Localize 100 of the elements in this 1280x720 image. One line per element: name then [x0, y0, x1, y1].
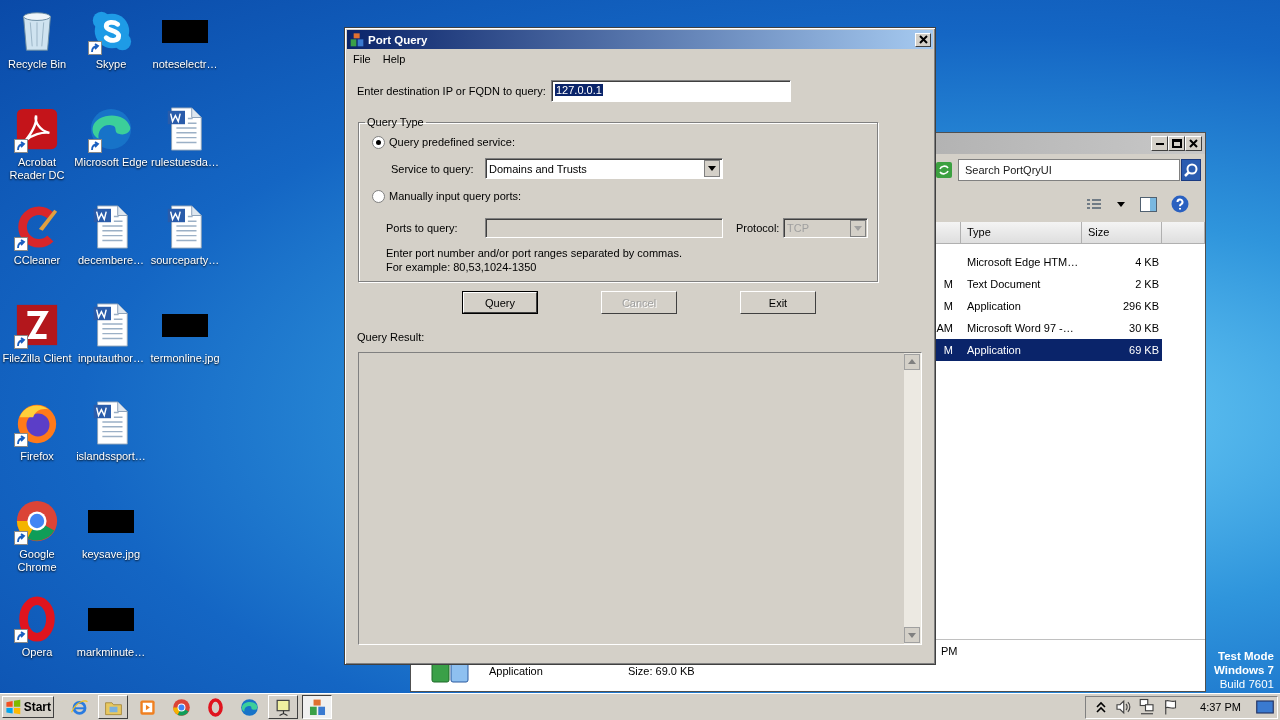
- desktop-icon-label[interactable]: sourceparty…: [148, 254, 222, 267]
- table-cell-text: M: [943, 300, 954, 312]
- file-type-text: Application: [489, 664, 544, 678]
- table-cell-text: AM: [936, 322, 954, 334]
- desktop-icon-label[interactable]: Acrobat Reader DC: [0, 156, 74, 182]
- hint-text: For example: 80,53,1024-1350: [386, 260, 538, 274]
- start-button[interactable]: Start: [2, 696, 54, 718]
- table-cell-text: M: [943, 344, 954, 356]
- close-icon: [916, 33, 930, 46]
- browser-icon: [239, 697, 259, 717]
- taskbar-button[interactable]: [302, 695, 332, 719]
- browser-icon: [69, 697, 89, 717]
- desktop-icon-label[interactable]: Google Chrome: [0, 548, 74, 574]
- field-label: Enter destination IP or FQDN to query:: [357, 85, 547, 97]
- radio-button[interactable]: [372, 135, 385, 149]
- desktop-icon-label[interactable]: Skype: [74, 58, 148, 71]
- search-button[interactable]: [1181, 159, 1201, 181]
- maximize-button[interactable]: [1168, 136, 1185, 151]
- menu-item[interactable]: Help: [382, 52, 406, 65]
- column-header[interactable]: Size: [1082, 222, 1162, 244]
- scroll-down-icon[interactable]: [904, 627, 920, 643]
- caret-icon[interactable]: [1116, 201, 1126, 207]
- table-cell-text: 30 KB: [1129, 322, 1160, 334]
- redacted-thumbnail[interactable]: [162, 313, 208, 337]
- result-label: Query Result:: [357, 331, 426, 345]
- scrollbar[interactable]: [904, 353, 921, 644]
- system-notice-text: Windows 7: [1214, 663, 1274, 677]
- desktop-icon-label[interactable]: islandssport…: [74, 450, 148, 463]
- ip-input-field[interactable]: 127.0.0.1: [551, 80, 791, 102]
- minimize-icon: [1155, 142, 1164, 145]
- radio-button[interactable]: [372, 189, 385, 203]
- windows-logo-icon: [5, 698, 22, 716]
- desktop-icon-label[interactable]: Opera: [0, 646, 74, 659]
- desktop-icon-label[interactable]: markminute…: [74, 646, 148, 659]
- search-icon: [1183, 162, 1199, 178]
- dropdown[interactable]: Domains and Trusts: [485, 158, 723, 179]
- preview-pane-icon[interactable]: [1140, 196, 1157, 212]
- desktop-icon-label[interactable]: inputauthor…: [74, 352, 148, 365]
- minimize-button[interactable]: [1151, 136, 1168, 151]
- view-list-icon[interactable]: [1086, 197, 1102, 211]
- radio-label[interactable]: Manually input query ports:: [389, 190, 522, 202]
- redacted-thumbnail[interactable]: [88, 607, 134, 631]
- table-cell-text: Microsoft Word 97 -…: [966, 322, 1075, 334]
- browser-icon[interactable]: [14, 498, 60, 544]
- desktop-icon-label[interactable]: noteselectr…: [148, 58, 222, 71]
- network-icon[interactable]: [1138, 698, 1157, 716]
- app-icon: [349, 31, 365, 48]
- hint-text: Enter port number and/or port ranges separated by commas.: [386, 246, 683, 260]
- desktop-icon-label[interactable]: Microsoft Edge: [74, 156, 148, 169]
- column-header[interactable]: Type: [961, 222, 1082, 244]
- field-value: 127.0.0.1: [555, 84, 603, 96]
- document-app-icon[interactable]: [14, 106, 60, 152]
- help-icon[interactable]: [1171, 195, 1189, 213]
- group-box-title: Query Type: [366, 116, 425, 128]
- table-cell-text: Application: [966, 344, 1022, 356]
- desktop-icon-label[interactable]: rulestuesda…: [148, 156, 222, 169]
- table-cell-text: 69 KB: [1129, 344, 1160, 356]
- desktop-icon-label[interactable]: FileZilla Client: [0, 352, 74, 365]
- desktop-icon-label[interactable]: Recycle Bin: [0, 58, 74, 71]
- table-cell-text: 4 KB: [1135, 256, 1160, 268]
- scroll-up-icon[interactable]: [904, 354, 920, 370]
- table-cell-text: 2 KB: [1135, 278, 1160, 290]
- radio-label[interactable]: Query predefined service:: [389, 136, 515, 148]
- table-cell-text: M: [943, 278, 954, 290]
- ring-icon: [205, 697, 225, 717]
- file-size-text: Size: 69.0 KB: [628, 664, 696, 678]
- desktop-icon-label[interactable]: Firefox: [0, 450, 74, 463]
- redacted-thumbnail[interactable]: [88, 509, 134, 533]
- browser-icon[interactable]: [88, 106, 134, 152]
- close-icon: [1189, 139, 1198, 148]
- date-modified-text: PM: [941, 644, 958, 658]
- refresh-icon[interactable]: [936, 162, 952, 178]
- table-cell-text: Text Document: [966, 278, 1042, 290]
- system-notice-text: Build 7601: [1218, 677, 1274, 691]
- window-title: Port Query: [368, 33, 429, 46]
- field-label: Protocol:: [736, 222, 781, 234]
- close-button[interactable]: [915, 32, 931, 47]
- desktop-icon-label[interactable]: CCleaner: [0, 254, 74, 267]
- redacted-thumbnail[interactable]: [162, 19, 208, 43]
- system-notice-text: Test Mode: [1217, 649, 1274, 663]
- field-label: Ports to query:: [386, 222, 459, 234]
- button[interactable]: Exit: [740, 291, 816, 314]
- show-desktop-icon[interactable]: [1255, 698, 1275, 716]
- button[interactable]: Query: [462, 291, 538, 314]
- desktop-icon-label[interactable]: keysave.jpg: [74, 548, 148, 561]
- table-cell-text: 296 KB: [1122, 300, 1160, 312]
- maximize-icon: [1171, 139, 1182, 148]
- browser-icon: [171, 697, 191, 717]
- search-field[interactable]: Search PortQryUI: [958, 159, 1180, 181]
- play-icon: [137, 697, 157, 717]
- desktop-icon-label[interactable]: termonline.jpg: [148, 352, 222, 365]
- speaker-icon[interactable]: [1114, 698, 1133, 716]
- close-button[interactable]: [1185, 136, 1202, 151]
- clock-text[interactable]: 4:37 PM: [1200, 701, 1241, 713]
- table-cell-text: Microsoft Edge HTM…: [966, 256, 1080, 268]
- menu-item[interactable]: File: [353, 52, 371, 65]
- field-label: Service to query:: [391, 162, 475, 175]
- app-icon: [307, 697, 327, 717]
- app-icon[interactable]: [14, 302, 60, 348]
- desktop-icon-label[interactable]: decembere…: [74, 254, 148, 267]
